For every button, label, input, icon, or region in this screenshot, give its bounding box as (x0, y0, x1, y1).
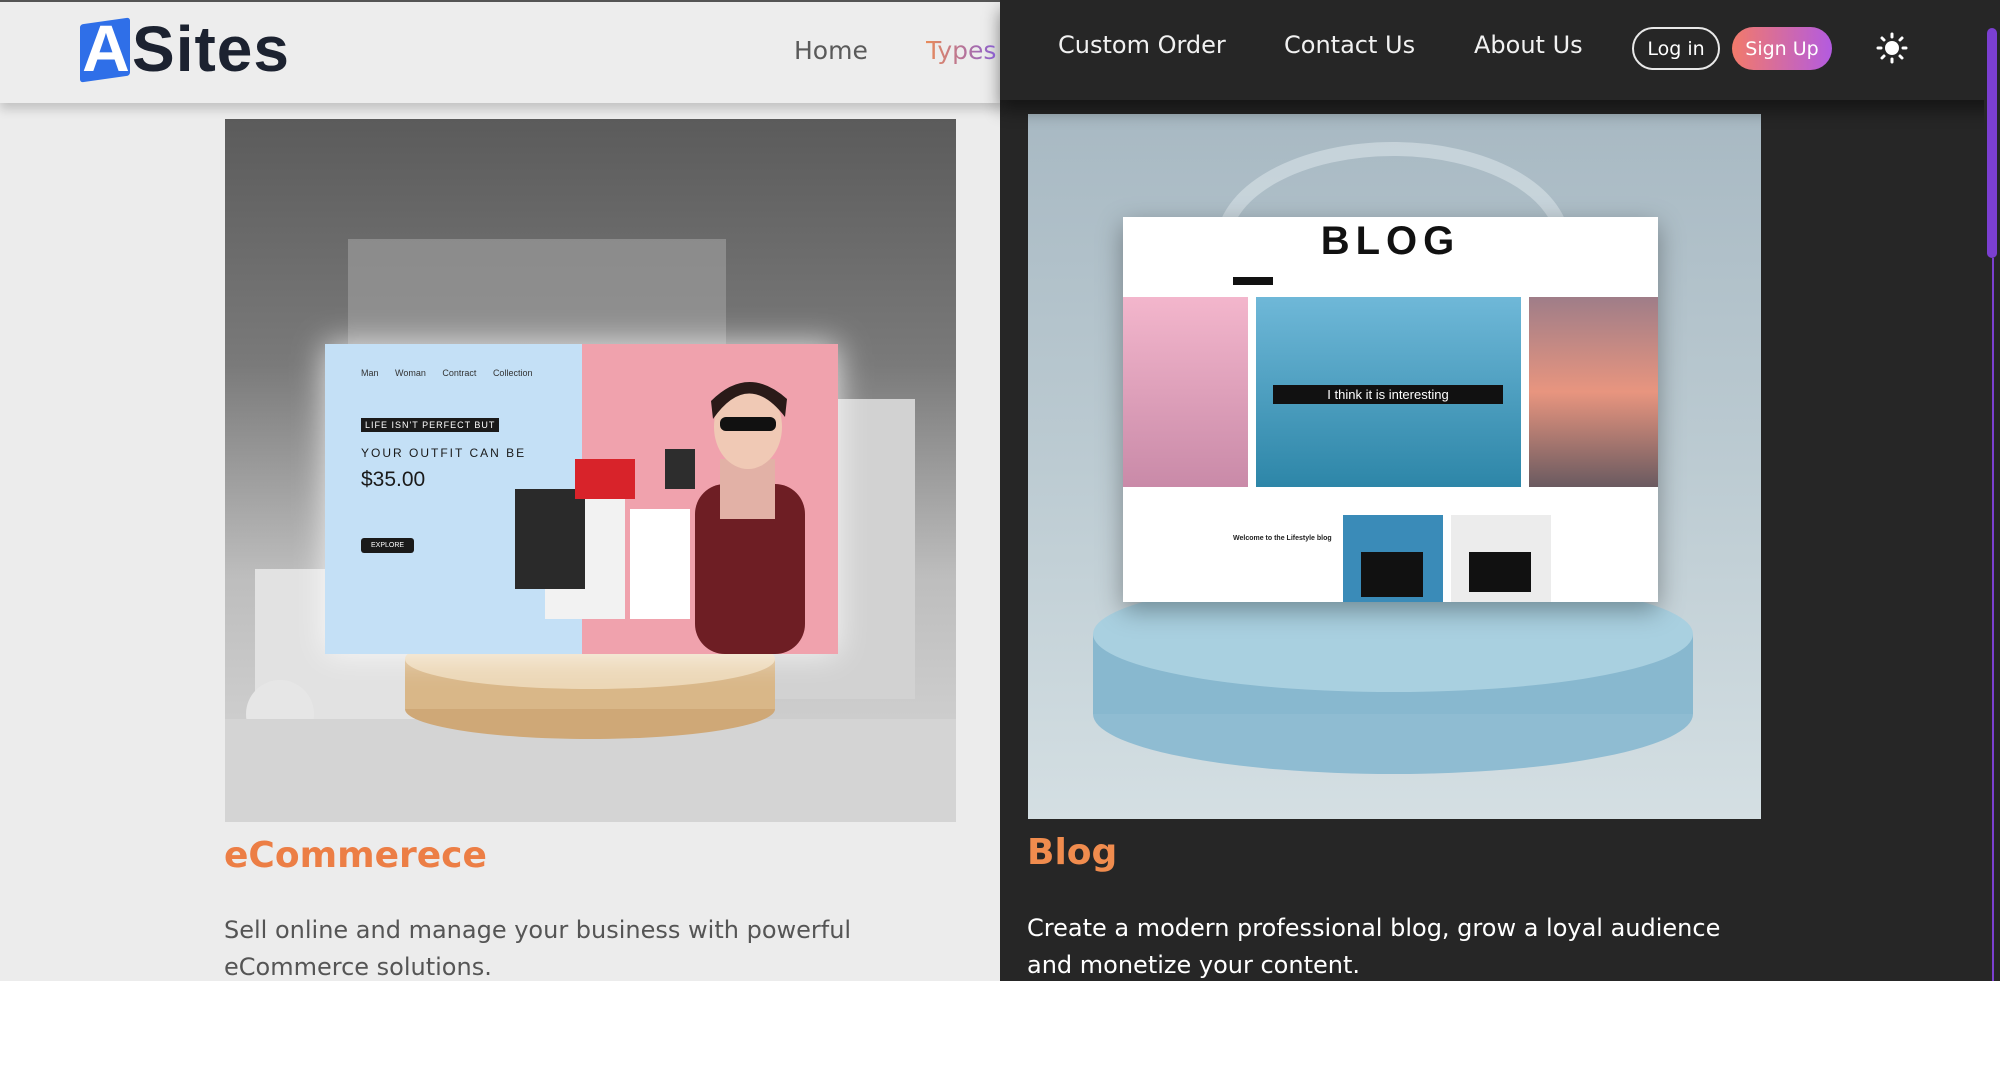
blank-area (0, 981, 2000, 1080)
logo-letter: A (82, 11, 130, 85)
site-logo[interactable]: A Sites (78, 11, 290, 85)
mock-blog-caption: I think it is interesting (1273, 385, 1503, 404)
ecommerce-description: Sell online and manage your business wit… (224, 916, 852, 981)
nav-custom-order[interactable]: Custom Order (1058, 31, 1226, 59)
vertical-scrollbar[interactable] (1984, 0, 2000, 981)
sun-icon[interactable] (1876, 32, 1908, 64)
mock-menu-4: Collection (492, 368, 533, 378)
signup-button[interactable]: Sign Up (1732, 27, 1832, 70)
mock-headline: YOUR OUTFIT CAN BE (361, 446, 527, 460)
mock-price: $35.00 (361, 468, 426, 491)
ecommerce-title[interactable]: eCommerece (224, 835, 487, 876)
mock-explore-button: EXPLORE (361, 538, 415, 553)
blog-description: Create a modern professional blog, grow … (1027, 914, 1721, 979)
blog-card-image[interactable]: BLOG I think it is interesting Welcome t… (1028, 114, 1761, 819)
logo-mark: A (78, 11, 130, 85)
login-button[interactable]: Log in (1632, 27, 1720, 70)
ecommerce-mockup: Man Woman Contract Collection LIFE ISN'T… (325, 344, 838, 654)
nav-contact-us[interactable]: Contact Us (1284, 31, 1415, 59)
ecommerce-card-image[interactable]: Man Woman Contract Collection LIFE ISN'T… (225, 119, 956, 822)
mock-blog-heading: BLOG (1320, 219, 1461, 263)
logo-text: Sites (132, 13, 290, 85)
scrollbar-thumb[interactable] (1987, 28, 1997, 258)
blog-title[interactable]: Blog (1027, 832, 1117, 873)
nav-about-us[interactable]: About Us (1474, 31, 1583, 59)
mock-tagline: LIFE ISN'T PERFECT BUT (361, 418, 500, 432)
nav-home[interactable]: Home (794, 36, 868, 65)
scrollbar-track (1992, 258, 1994, 981)
mock-menu-2: Woman (395, 368, 426, 378)
mock-menu-1: Man (361, 368, 379, 378)
nav-types[interactable]: Types (926, 36, 996, 65)
mock-blog-welcome: Welcome to the Lifestyle blog (1233, 535, 1332, 542)
blog-mockup: BLOG I think it is interesting Welcome t… (1123, 217, 1658, 602)
mock-menu-3: Contract (442, 368, 477, 378)
page-viewport: A Sites Home Types Custom Order Contact … (0, 0, 2000, 981)
